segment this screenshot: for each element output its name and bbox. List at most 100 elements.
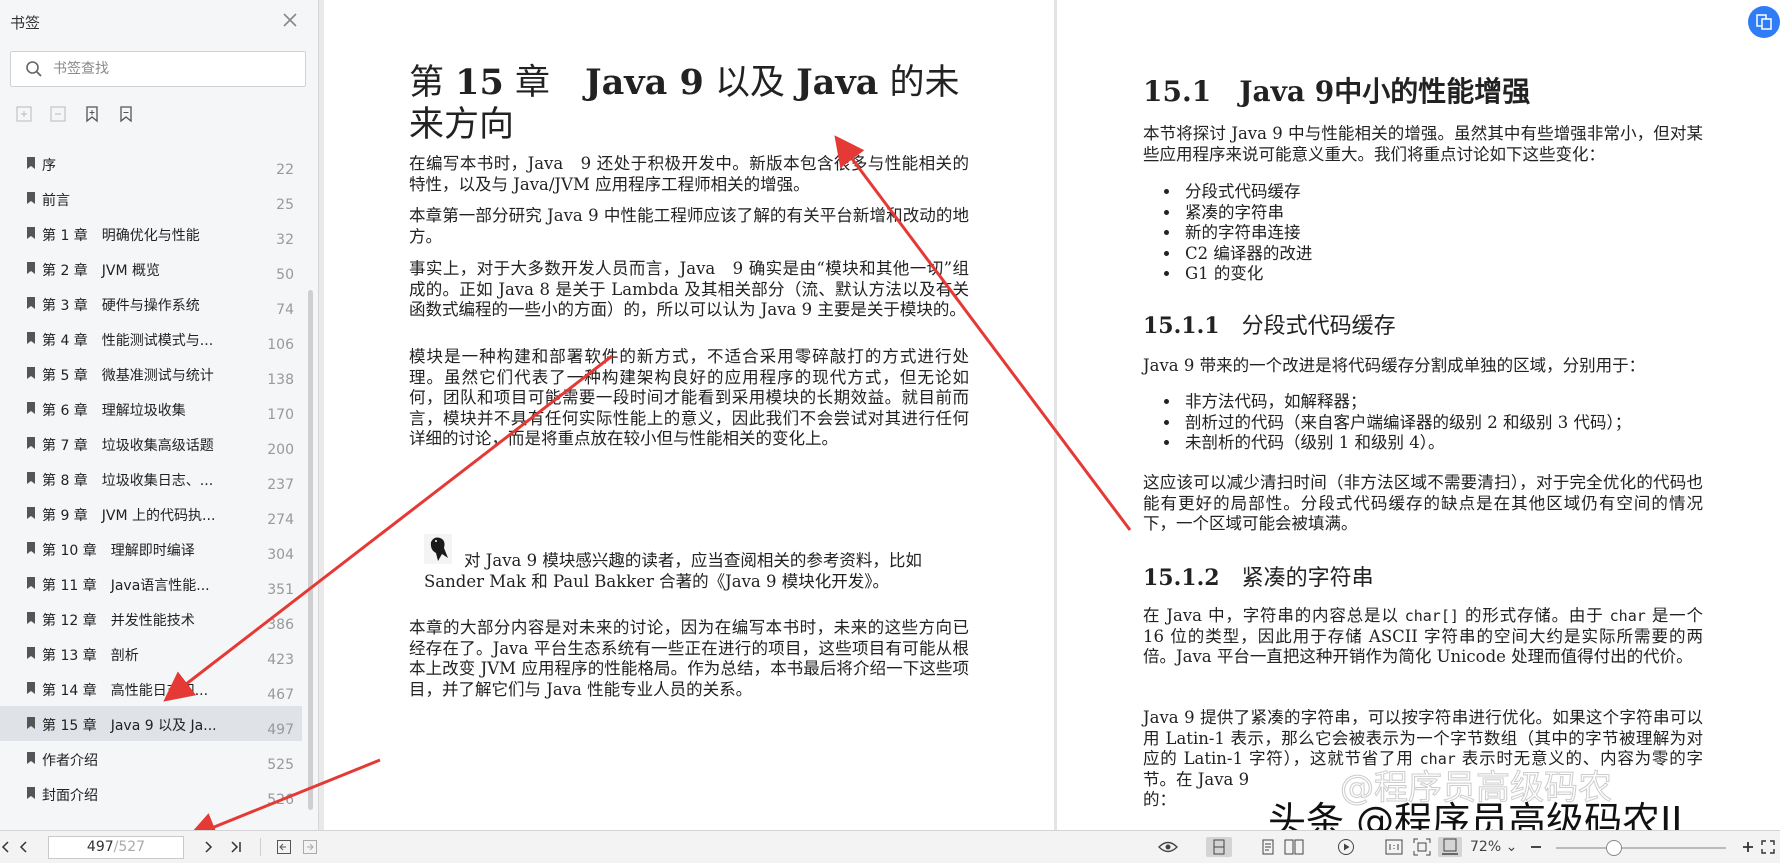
bookmark-label: 序 xyxy=(42,158,56,174)
zoom-in-button[interactable] xyxy=(1738,837,1758,857)
bookmark-icon xyxy=(27,157,35,169)
bookmark-page: 22 xyxy=(276,162,294,178)
paragraph: 模块是一种构建和部署软件的新方式，不适合采用零碎敲打的方式进行处理。虽然它们代表… xyxy=(409,347,969,448)
bookmark-label: 第 1 章 明确优化与性能 xyxy=(42,228,200,244)
bookmark-search-input[interactable] xyxy=(51,60,285,78)
page-number-box[interactable]: 497/527 xyxy=(48,836,184,859)
bookmark-label: 第 14 章 高性能日志和... xyxy=(42,683,209,699)
back-view-button[interactable] xyxy=(274,837,294,857)
bookmark-item[interactable]: 第 11 章 Java语言性能... 351 xyxy=(0,566,302,601)
list-item: 剖析过的代码（来自客户端编译器的级别 2 和级别 3 代码）； xyxy=(1181,413,1631,434)
document-view: 第 15 章 Java 9 以及 Java 的未来方向 在编写本书时，Java … xyxy=(324,0,1780,830)
bookmark-item[interactable]: 第 5 章 微基准测试与统计 138 xyxy=(0,356,302,391)
eye-icon xyxy=(1158,841,1178,853)
collapse-icon xyxy=(50,106,66,122)
eye-protection-button[interactable] xyxy=(1158,837,1178,857)
last-page-button[interactable] xyxy=(226,837,246,857)
fit-width-icon xyxy=(1442,838,1458,855)
play-button[interactable] xyxy=(1336,837,1356,857)
bookmark-item[interactable]: 封面介绍 526 xyxy=(0,776,302,811)
bookmark-item[interactable]: 第 15 章 Java 9 以及 Ja... 497 xyxy=(0,706,302,741)
list-item: 新的字符串连接 xyxy=(1181,223,1312,244)
fit-page-icon xyxy=(1413,838,1431,856)
list-item: 非方法代码，如解释器； xyxy=(1181,392,1631,413)
zoom-level[interactable]: 72% ⌄ xyxy=(1470,839,1517,855)
bottom-toolbar: 497/527 72% ⌄ xyxy=(0,830,1780,863)
toolbar-divider xyxy=(260,838,261,856)
close-panel-button[interactable] xyxy=(280,10,300,30)
zoom-slider-track[interactable] xyxy=(1556,847,1726,849)
bookmark-icon xyxy=(27,227,35,239)
bookmark-icon xyxy=(27,542,35,554)
back-icon xyxy=(277,840,291,854)
search-icon xyxy=(26,61,42,77)
bookmark-search[interactable] xyxy=(10,51,306,87)
bookmark-page: 25 xyxy=(276,197,294,213)
zoom-slider-thumb[interactable] xyxy=(1606,840,1622,856)
bookmark-item[interactable]: 第 6 章 理解垃圾收集 170 xyxy=(0,391,302,426)
bookmark-item[interactable]: 前言 25 xyxy=(0,181,302,216)
paragraph: 这应该可以减少清扫时间（非方法区域不需要清扫），对于完全优化的代码也能有更好的局… xyxy=(1143,473,1703,533)
delete-bookmark-button[interactable] xyxy=(116,104,136,124)
collapse-all-button[interactable] xyxy=(48,104,68,124)
subsection-heading: 15.1.2 紧凑的字符串 xyxy=(1143,565,1374,591)
chevron-left-icon xyxy=(19,841,27,853)
zoom-out-button[interactable] xyxy=(1526,837,1546,857)
bookmark-icon xyxy=(27,437,35,449)
convert-button[interactable] xyxy=(1748,6,1780,38)
next-page-button[interactable] xyxy=(198,837,218,857)
bookmark-icon xyxy=(27,612,35,624)
bookmark-icon xyxy=(27,367,35,379)
bookmark-page: 32 xyxy=(276,232,294,248)
double-page-button[interactable] xyxy=(1284,837,1304,857)
bookmark-item[interactable]: 第 10 章 理解即时编译 304 xyxy=(0,531,302,566)
first-page-icon xyxy=(1,841,9,853)
bookmark-page: 50 xyxy=(276,267,294,283)
bookmark-item[interactable]: 第 1 章 明确优化与性能 32 xyxy=(0,216,302,251)
convert-icon xyxy=(1756,14,1772,30)
sidebar-scrollbar[interactable] xyxy=(308,290,313,810)
bookmark-item[interactable]: 第 14 章 高性能日志和... 467 xyxy=(0,671,302,706)
list-item: 未剖析的代码（级别 1 和级别 4）。 xyxy=(1181,433,1631,454)
prev-page-button[interactable] xyxy=(14,837,34,857)
bookmark-icon xyxy=(27,192,35,204)
bookmark-item[interactable]: 第 7 章 垃圾收集高级话题 200 xyxy=(0,426,302,461)
bookmark-page: 274 xyxy=(267,512,294,528)
bookmark-item[interactable]: 第 8 章 垃圾收集日志、... 237 xyxy=(0,461,302,496)
list-item: 紧凑的字符串 xyxy=(1181,203,1312,224)
bookmark-icon xyxy=(27,332,35,344)
fit-width-button[interactable] xyxy=(1438,837,1462,857)
bookmark-page: 237 xyxy=(267,477,294,493)
continuous-view-button[interactable] xyxy=(1206,837,1232,857)
bookmark-icon xyxy=(27,752,35,764)
bookmark-item[interactable]: 第 13 章 剖析 423 xyxy=(0,636,302,671)
bookmark-item[interactable]: 第 2 章 JVM 概览 50 xyxy=(0,251,302,286)
bookmark-item[interactable]: 第 3 章 硬件与操作系统 74 xyxy=(0,286,302,321)
close-icon xyxy=(283,13,297,27)
bookmark-label: 第 8 章 垃圾收集日志、... xyxy=(42,473,214,489)
fullscreen-button[interactable] xyxy=(1758,837,1778,857)
bookmark-icon xyxy=(27,507,35,519)
bookmark-icon xyxy=(27,787,35,799)
add-bookmark-button[interactable] xyxy=(82,104,102,124)
actual-size-button[interactable] xyxy=(1384,837,1404,857)
bookmark-item[interactable]: 第 12 章 并发性能技术 386 xyxy=(0,601,302,636)
fit-page-button[interactable] xyxy=(1412,837,1432,857)
expand-all-button[interactable] xyxy=(14,104,34,124)
paragraph: 在编写本书时，Java 9 还处于积极开发中。新版本包含很多与性能相关的特性，以… xyxy=(409,154,969,194)
bookmark-remove-icon xyxy=(120,106,132,123)
bookmark-page: 467 xyxy=(267,687,294,703)
chapter-title: 第 15 章 Java 9 以及 Java 的未来方向 xyxy=(409,62,960,145)
minus-icon xyxy=(1531,846,1541,848)
continuous-page-icon xyxy=(1213,839,1225,855)
bookmark-item[interactable]: 序 22 xyxy=(0,146,302,181)
bookmark-label: 第 6 章 理解垃圾收集 xyxy=(42,403,186,419)
bookmark-page: 526 xyxy=(267,792,294,808)
bookmark-item[interactable]: 第 9 章 JVM 上的代码执... 274 xyxy=(0,496,302,531)
single-page-button[interactable] xyxy=(1258,837,1278,857)
forward-view-button[interactable] xyxy=(300,837,320,857)
bookmark-item[interactable]: 作者介绍 525 xyxy=(0,741,302,776)
list-item: 分段式代码缓存 xyxy=(1181,182,1312,203)
bookmark-page: 200 xyxy=(267,442,294,458)
bookmark-item[interactable]: 第 4 章 性能测试模式与... 106 xyxy=(0,321,302,356)
